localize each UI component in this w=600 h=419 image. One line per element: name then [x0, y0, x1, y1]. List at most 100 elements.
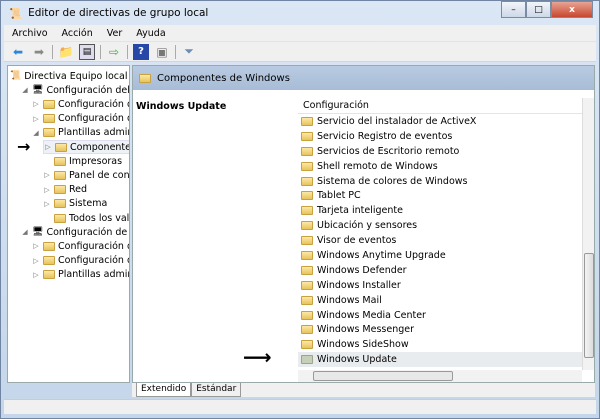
tree-node-label: Plantillas adminis	[58, 269, 129, 281]
tree-pane: 📜 Directiva Equipo local ◢ 🖥 Configuración d…	[7, 65, 130, 383]
scrollbar-thumb[interactable]	[313, 371, 453, 381]
folder-icon	[43, 270, 55, 280]
list-item[interactable]: Visor de eventos	[298, 233, 582, 248]
folder-icon	[54, 170, 66, 180]
list-item[interactable]: Tablet PC	[298, 188, 582, 203]
policy-icon: 📜	[10, 71, 22, 81]
tree-node[interactable]: ▷ Panel de cont	[43, 168, 130, 182]
folder-icon	[43, 241, 55, 251]
tree-node[interactable]: ◢🖥Configuración de usu	[21, 225, 129, 239]
tree-node[interactable]: ◢🖥Configuración del ec	[21, 83, 130, 97]
folder-icon	[43, 99, 55, 109]
list-item[interactable]: Tarjeta inteligente	[298, 203, 582, 218]
expand-toggle[interactable]: ▷	[32, 100, 40, 108]
tree-node[interactable]: ▷ Componente	[43, 140, 129, 154]
list-item-label: Servicio Registro de eventos	[317, 130, 453, 142]
expand-toggle[interactable]: ◢	[21, 86, 29, 94]
folder-icon	[43, 114, 55, 124]
folder-icon	[301, 146, 313, 156]
scrollbar-thumb[interactable]	[584, 253, 594, 358]
tree-node-label: Configuración del ec	[46, 84, 130, 96]
list-item[interactable]: Sistema de colores de Windows	[298, 174, 582, 189]
expand-toggle[interactable]: ▷	[32, 242, 40, 250]
folder-icon	[54, 213, 66, 223]
close-button[interactable]: x	[551, 1, 593, 18]
tree-node[interactable]: Todos los valo	[43, 211, 129, 225]
menu-archivo[interactable]: Archivo	[12, 28, 48, 39]
tab-extendido[interactable]: Extendido	[136, 383, 192, 397]
folder-icon	[301, 116, 313, 126]
menu-ver[interactable]: Ver	[107, 28, 123, 39]
tree-node[interactable]: Impresoras	[43, 154, 122, 168]
show-hide-tree-icon[interactable]: ▤	[79, 43, 95, 60]
tree-node[interactable]: ▷ Configuración de	[32, 254, 129, 268]
list-item[interactable]: Windows Messenger	[298, 322, 582, 337]
tab-estandar[interactable]: Estándar	[191, 383, 242, 397]
forward-icon[interactable]: ➡	[31, 44, 47, 60]
tree-node[interactable]: ▷ Configuración de	[32, 239, 129, 253]
list-item[interactable]: Windows Mail	[298, 293, 582, 308]
folder-icon	[301, 176, 313, 186]
list-item[interactable]: Windows Installer	[298, 278, 582, 293]
list-item[interactable]: Servicios de Escritorio remoto	[298, 144, 582, 159]
folder-icon	[301, 131, 313, 141]
tree-node-label: Impresoras	[69, 155, 123, 167]
expand-toggle[interactable]: ▷	[43, 200, 51, 208]
expand-toggle[interactable]: ▷	[32, 271, 40, 279]
list-item[interactable]: Servicio Registro de eventos	[298, 129, 582, 144]
folder-icon	[301, 265, 313, 275]
list-item[interactable]: Windows Update	[298, 352, 582, 368]
list-item[interactable]: Servicio del instalador de ActiveX	[298, 114, 582, 129]
list-item-label: Windows SideShow	[317, 339, 409, 351]
export-list-icon[interactable]: ⇨	[106, 44, 122, 60]
folder-icon	[301, 325, 313, 335]
expand-toggle[interactable]: ▷	[32, 257, 40, 265]
minimize-button[interactable]: –	[501, 1, 526, 18]
tree-node[interactable]: ▷ Configuración de	[32, 97, 129, 111]
expand-toggle[interactable]: ▷	[43, 186, 51, 194]
tree-node[interactable]: ◢ Plantillas adminis	[32, 126, 129, 140]
list-item[interactable]: Windows SideShow	[298, 337, 582, 352]
list-item-label: Sistema de colores de Windows	[317, 175, 468, 187]
list-item-label: Windows Anytime Upgrade	[317, 249, 446, 261]
up-folder-icon[interactable]: 📁	[58, 44, 74, 60]
column-header-configuracion[interactable]: Configuración	[298, 98, 582, 114]
expand-toggle[interactable]: ◢	[32, 129, 40, 137]
horizontal-scrollbar[interactable]	[298, 370, 582, 382]
list-item[interactable]: Windows Anytime Upgrade	[298, 248, 582, 263]
pane-header-title: Componentes de Windows	[157, 72, 290, 84]
hand-drawn-arrow: ⟶	[243, 345, 272, 369]
pane-header: Componentes de Windows	[133, 66, 594, 90]
help-icon[interactable]: ?	[133, 43, 149, 60]
expand-toggle[interactable]: ▷	[43, 171, 51, 179]
tree-node[interactable]: ▷ Red	[43, 183, 87, 197]
list-item[interactable]: Windows Defender	[298, 263, 582, 278]
list-item[interactable]: Ubicación y sensores	[298, 218, 582, 233]
list-item-label: Servicios de Escritorio remoto	[317, 145, 460, 157]
tree-node[interactable]: ▷ Plantillas adminis	[32, 268, 129, 282]
menu-accion[interactable]: Acción	[62, 28, 93, 39]
expand-toggle[interactable]: ◢	[21, 228, 29, 236]
tree-node[interactable]: ▷ Configuración de	[32, 112, 129, 126]
expand-toggle[interactable]: ▷	[44, 143, 52, 151]
separator	[175, 44, 176, 59]
list-item-label: Ubicación y sensores	[317, 220, 418, 232]
tree-node[interactable]: 📜 Directiva Equipo local	[10, 69, 127, 83]
separator	[100, 44, 101, 59]
list-item[interactable]: Shell remoto de Windows	[298, 159, 582, 174]
back-icon[interactable]: ⬅	[10, 44, 26, 60]
filter-icon[interactable]: ⏷	[181, 44, 197, 60]
folder-icon	[301, 355, 313, 365]
maximize-button[interactable]: □	[526, 1, 551, 18]
vertical-scrollbar[interactable]	[582, 98, 594, 370]
folder-icon	[301, 340, 313, 350]
tree-node[interactable]: ▷ Sistema	[43, 197, 107, 211]
hand-drawn-arrow: →	[17, 137, 31, 156]
menu-ayuda[interactable]: Ayuda	[136, 28, 165, 39]
tree-node-label: Red	[69, 184, 88, 196]
list-item[interactable]: Windows Media Center	[298, 308, 582, 323]
tree-node-label: Panel de cont	[69, 169, 130, 181]
expand-toggle[interactable]: ▷	[32, 115, 40, 123]
properties-pane-icon[interactable]: ▣	[154, 44, 170, 60]
tree-node-label: Configuración de	[58, 240, 129, 252]
